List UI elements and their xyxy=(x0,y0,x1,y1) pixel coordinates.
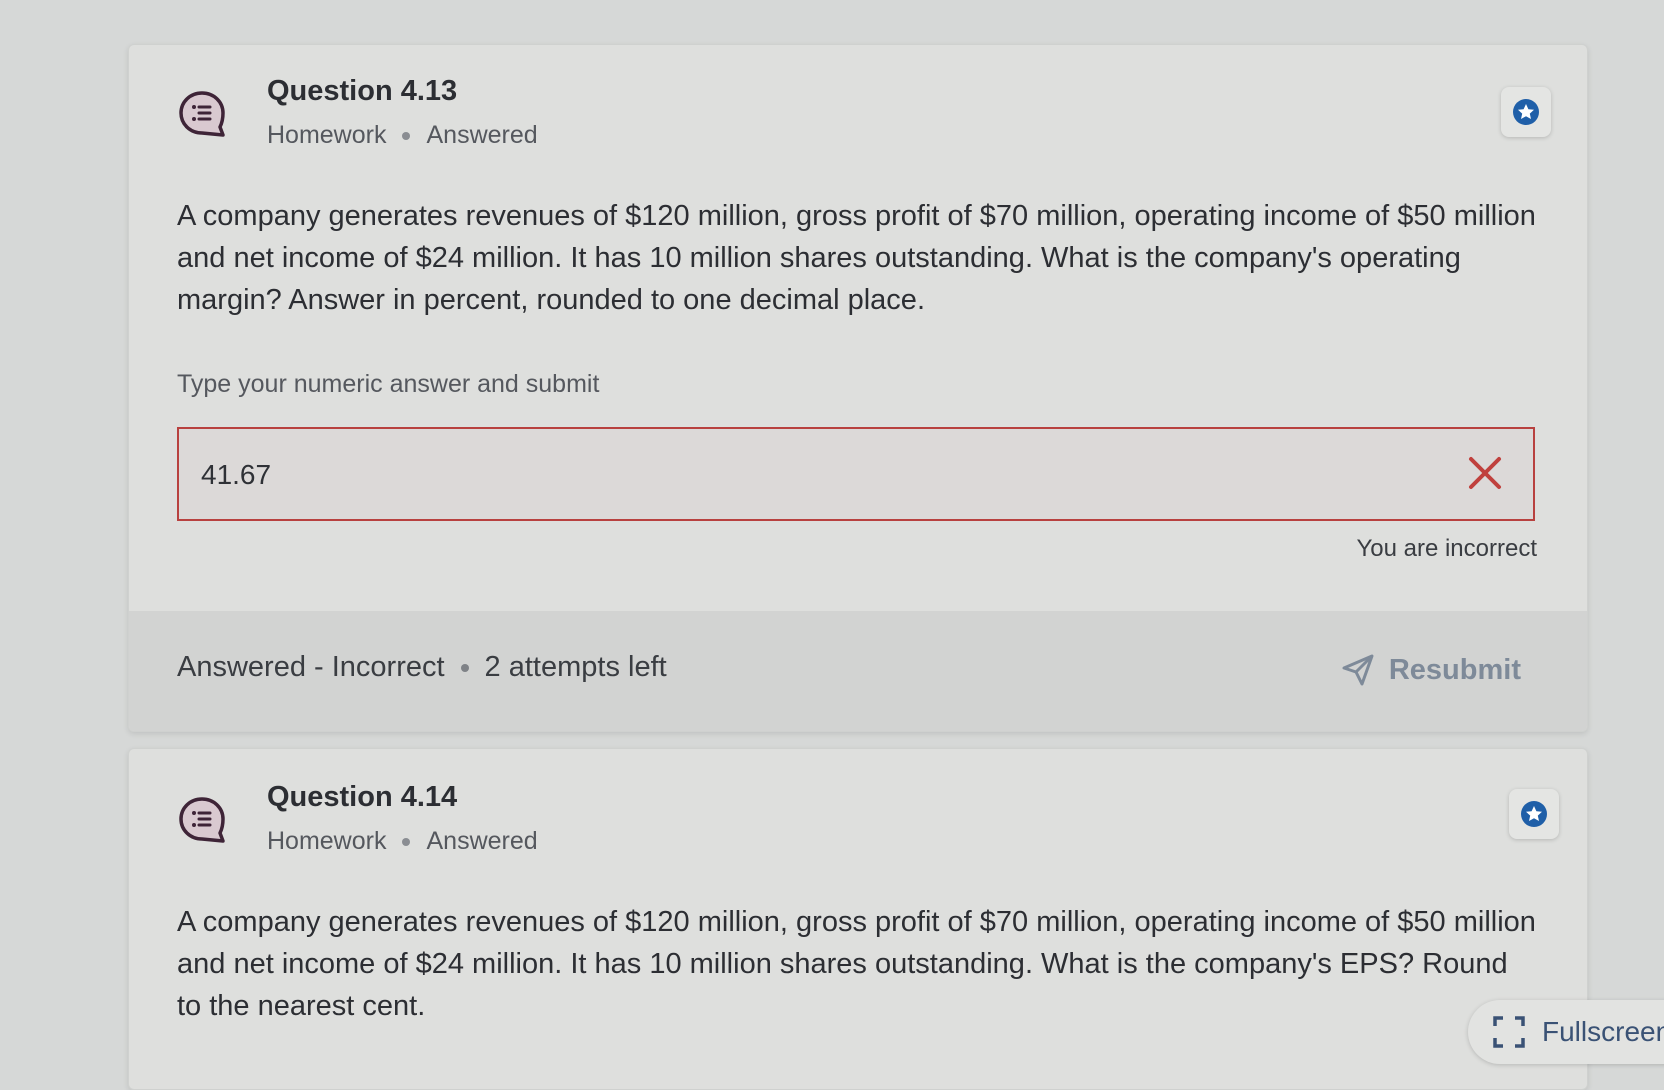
attempts-left: 2 attempts left xyxy=(484,651,667,683)
answer-field xyxy=(177,427,1535,521)
answer-status: Answered - Incorrect 2 attempts left xyxy=(177,651,667,684)
question-state: Answered xyxy=(426,827,538,855)
question-title: Question 4.13 xyxy=(267,75,458,107)
answer-label: Type your numeric answer and submit xyxy=(177,370,600,398)
fullscreen-icon xyxy=(1493,1016,1525,1048)
question-type: Homework xyxy=(267,121,387,149)
separator-dot xyxy=(402,131,411,140)
bookmark-button[interactable] xyxy=(1509,789,1559,839)
question-meta: Homework Answered xyxy=(267,121,538,150)
star-icon xyxy=(1521,801,1547,827)
question-type: Homework xyxy=(267,827,387,855)
question-prompt: A company generates revenues of $120 mil… xyxy=(177,200,1536,316)
separator-dot xyxy=(460,663,469,672)
question-meta: Homework Answered xyxy=(267,827,538,856)
numeric-answer-input[interactable] xyxy=(201,455,1401,495)
star-icon xyxy=(1513,99,1539,125)
close-icon xyxy=(1469,457,1501,489)
question-card: Question 4.13 Homework Answered A compan… xyxy=(128,44,1588,732)
question-state: Answered xyxy=(426,121,538,149)
status-label: Answered - Incorrect xyxy=(177,651,445,683)
send-icon xyxy=(1342,654,1374,686)
bookmark-button[interactable] xyxy=(1501,87,1551,137)
fullscreen-label: Fullscreen xyxy=(1542,1016,1664,1047)
feedback-message: You are incorrect xyxy=(1356,535,1537,562)
fullscreen-button[interactable]: Fullscreen xyxy=(1468,1000,1664,1064)
separator-dot xyxy=(402,837,411,846)
question-prompt: A company generates revenues of $120 mil… xyxy=(177,906,1536,1022)
question-list-icon xyxy=(179,91,225,137)
resubmit-button[interactable]: Resubmit xyxy=(1341,645,1521,695)
question-list-icon xyxy=(179,797,225,843)
question-title: Question 4.14 xyxy=(267,781,458,813)
question-card: Question 4.14 Homework Answered A compan… xyxy=(128,748,1588,1090)
question-footer: Answered - Incorrect 2 attempts left Res… xyxy=(129,611,1587,731)
resubmit-label: Resubmit xyxy=(1388,653,1521,686)
